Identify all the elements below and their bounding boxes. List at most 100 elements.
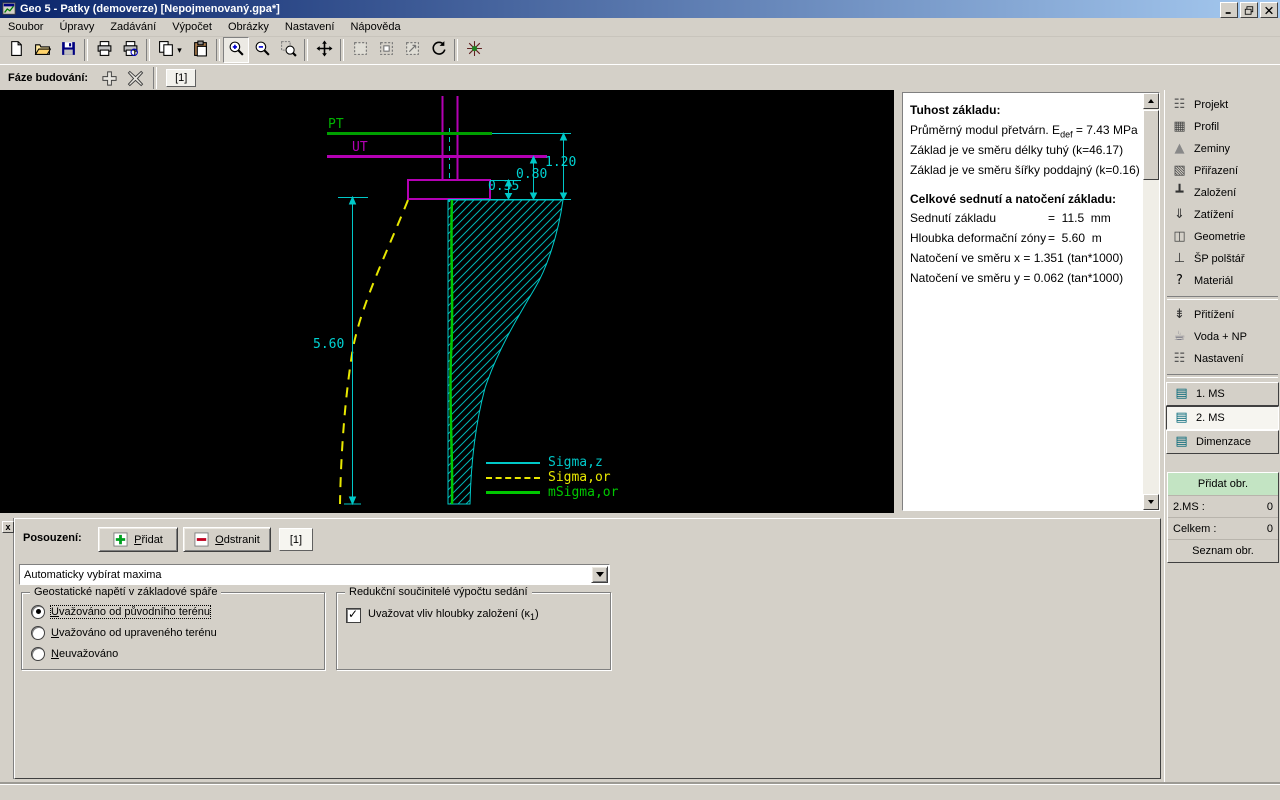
print-preview-icon (122, 40, 139, 60)
new-file-button[interactable] (3, 37, 29, 63)
scrollbar-down-button[interactable] (1143, 494, 1159, 510)
close-button[interactable] (1260, 2, 1278, 18)
select-region-icon (352, 40, 369, 60)
maxima-select-value: Automaticky vybírat maxima (24, 569, 162, 581)
radio-option[interactable]: Neuvažováno (22, 643, 324, 664)
sidebar-item-1ms[interactable]: ▤ 1. MS (1166, 382, 1279, 406)
result-line: Natočení ve směru y = 0.062 (tan*1000) (910, 271, 1124, 286)
result-line: Celkové sednutí a natočení základu: (910, 191, 1117, 206)
sidebar-item-material[interactable]: ? Materiál (1165, 270, 1280, 292)
pan-button[interactable] (311, 37, 337, 63)
print-button[interactable] (91, 37, 117, 63)
sidebar-item-zalozeni[interactable]: ┻ Založení (1165, 182, 1280, 204)
image-list-button[interactable]: Seznam obr. (1168, 539, 1278, 562)
rotate-view-button[interactable] (425, 37, 451, 63)
drawing-area[interactable]: PT UT 1.20 0.80 0.35 5.60 Sigma,z Sigma,… (0, 90, 894, 513)
pan-icon (316, 40, 333, 60)
menu-item[interactable]: Nastavení (277, 18, 343, 36)
menu-item[interactable]: Zadávání (102, 18, 164, 36)
application-window: Geo 5 - Patky (demoverze) [Nepojmenovaný… (0, 0, 1280, 800)
results-panel: Tuhost základu: Průměrný modul přetvárn. … (902, 92, 1160, 511)
sidebar-item-voda-np[interactable]: ☕ Voda + NP (1165, 326, 1280, 348)
minus-icon (194, 532, 209, 547)
sidebar-item-dimenzace[interactable]: ▤ Dimenzace (1166, 430, 1279, 454)
zalozeni-icon: ┻ (1175, 185, 1184, 200)
sidebar-item-geometrie[interactable]: ◫ Geometrie (1165, 226, 1280, 248)
msigma-or-curve (449, 199, 454, 505)
menu-item[interactable]: Obrázky (220, 18, 277, 36)
save-file-button[interactable] (55, 37, 81, 63)
dropdown-arrow-icon[interactable] (591, 566, 608, 583)
sp-polstar-icon: ⊥ (1173, 251, 1186, 266)
drawing-canvas[interactable]: PT UT 1.20 0.80 0.35 5.60 (0, 90, 894, 513)
sidebar-item-nastaveni[interactable]: ☷ Nastavení (1165, 348, 1280, 370)
add-image-button[interactable]: Přidat obr. (1168, 473, 1278, 495)
images-panel: Přidat obr. 2.MS :0 Celkem :0 Seznam obr. (1167, 472, 1279, 563)
copy-button[interactable] (153, 37, 187, 63)
add-phase-button[interactable] (98, 67, 120, 89)
title-bar[interactable]: Geo 5 - Patky (demoverze) [Nepojmenovaný… (0, 0, 1280, 18)
window-title: Geo 5 - Patky (demoverze) [Nepojmenovaný… (20, 3, 280, 15)
sidebar-item-zeminy[interactable]: ▲ Zeminy (1165, 138, 1280, 160)
ms-icon: ▤ (1175, 410, 1188, 425)
results-scrollbar[interactable] (1143, 93, 1159, 510)
select-resize-icon (404, 40, 421, 60)
phase-tab-1[interactable]: [1] (166, 69, 197, 87)
scrollbar-thumb[interactable] (1143, 110, 1159, 180)
delete-phase-button[interactable] (124, 67, 146, 89)
save-file-icon (60, 40, 77, 60)
prirazeni-icon: ▧ (1173, 163, 1186, 178)
zoom-window-button[interactable] (275, 37, 301, 63)
result-line: Základ je ve směru šířky poddajný (k=0.1… (910, 162, 1140, 177)
toolbar-separator (146, 39, 150, 61)
dim-deformation-zone-label: 5.60 (313, 337, 344, 352)
select-resize-button[interactable] (399, 37, 425, 63)
group-title: Redukční součinitelé výpočtu sedání (345, 586, 532, 598)
sidebar-item-projekt[interactable]: ☷ Projekt (1165, 94, 1280, 116)
settlement-depth-checkbox[interactable]: ✓ Uvažovat vliv hloubky založení (κ1) (337, 605, 610, 626)
open-file-button[interactable] (29, 37, 55, 63)
menu-item[interactable]: Výpočet (164, 18, 220, 36)
group-title: Geostatické napětí v základové spáře (30, 586, 222, 598)
open-file-icon (34, 40, 51, 60)
sidebar-item-pritizeni[interactable]: ⇟ Přitížení (1165, 304, 1280, 326)
add-verification-button[interactable]: Přidat (98, 527, 178, 552)
select-region-button[interactable] (347, 37, 373, 63)
menu-item[interactable]: Soubor (0, 18, 51, 36)
menu-item[interactable]: Nápověda (342, 18, 408, 36)
select-window-icon (378, 40, 395, 60)
paste-button[interactable] (187, 37, 213, 63)
copy-icon (158, 40, 175, 60)
sidebar-separator (1167, 374, 1278, 378)
zoom-out-button[interactable] (249, 37, 275, 63)
pt-label: PT (328, 117, 344, 132)
result-line: Natočení ve směru x = 1.351 (tan*1000) (910, 251, 1124, 266)
menu-item[interactable]: Úpravy (51, 18, 102, 36)
remove-verification-button[interactable]: Odstranit (183, 527, 271, 552)
sidebar-item-2ms[interactable]: ▤ 2. MS (1166, 406, 1279, 430)
toolbar-separator (340, 39, 344, 61)
sidebar-item-prirazeni[interactable]: ▧ Přiřazení (1165, 160, 1280, 182)
refresh-view-button[interactable] (461, 37, 487, 63)
radio-option[interactable]: Uvažováno od původního terénu (22, 601, 324, 622)
phase-separator (153, 67, 158, 89)
restore-button[interactable] (1240, 2, 1258, 18)
scrollbar-up-button[interactable] (1143, 93, 1159, 109)
panel-title: Posouzení: (23, 532, 82, 544)
radio-option[interactable]: Uvažováno od upraveného terénu (22, 622, 324, 643)
result-line: Průměrný modul přetvárn. Edef = 7.43 MPa (910, 122, 1138, 140)
sidebar-item-sp-polstar[interactable]: ⊥ ŠP polštář (1165, 248, 1280, 270)
rotate-view-icon (430, 40, 447, 60)
print-preview-button[interactable] (117, 37, 143, 63)
sidebar-item-profil[interactable]: ▦ Profil (1165, 116, 1280, 138)
close-panel-button[interactable]: x (2, 521, 14, 533)
select-window-button[interactable] (373, 37, 399, 63)
legend-line-sample (486, 476, 540, 479)
verification-tab-1[interactable]: [1] (279, 528, 313, 551)
minimize-button[interactable] (1220, 2, 1238, 18)
zoom-in-button[interactable] (223, 37, 249, 63)
material-icon: ? (1176, 273, 1183, 288)
maxima-select[interactable]: Automaticky vybírat maxima (19, 564, 610, 585)
checkbox-icon: ✓ (346, 607, 361, 623)
sidebar-item-zatizeni[interactable]: ⇓ Zatížení (1165, 204, 1280, 226)
